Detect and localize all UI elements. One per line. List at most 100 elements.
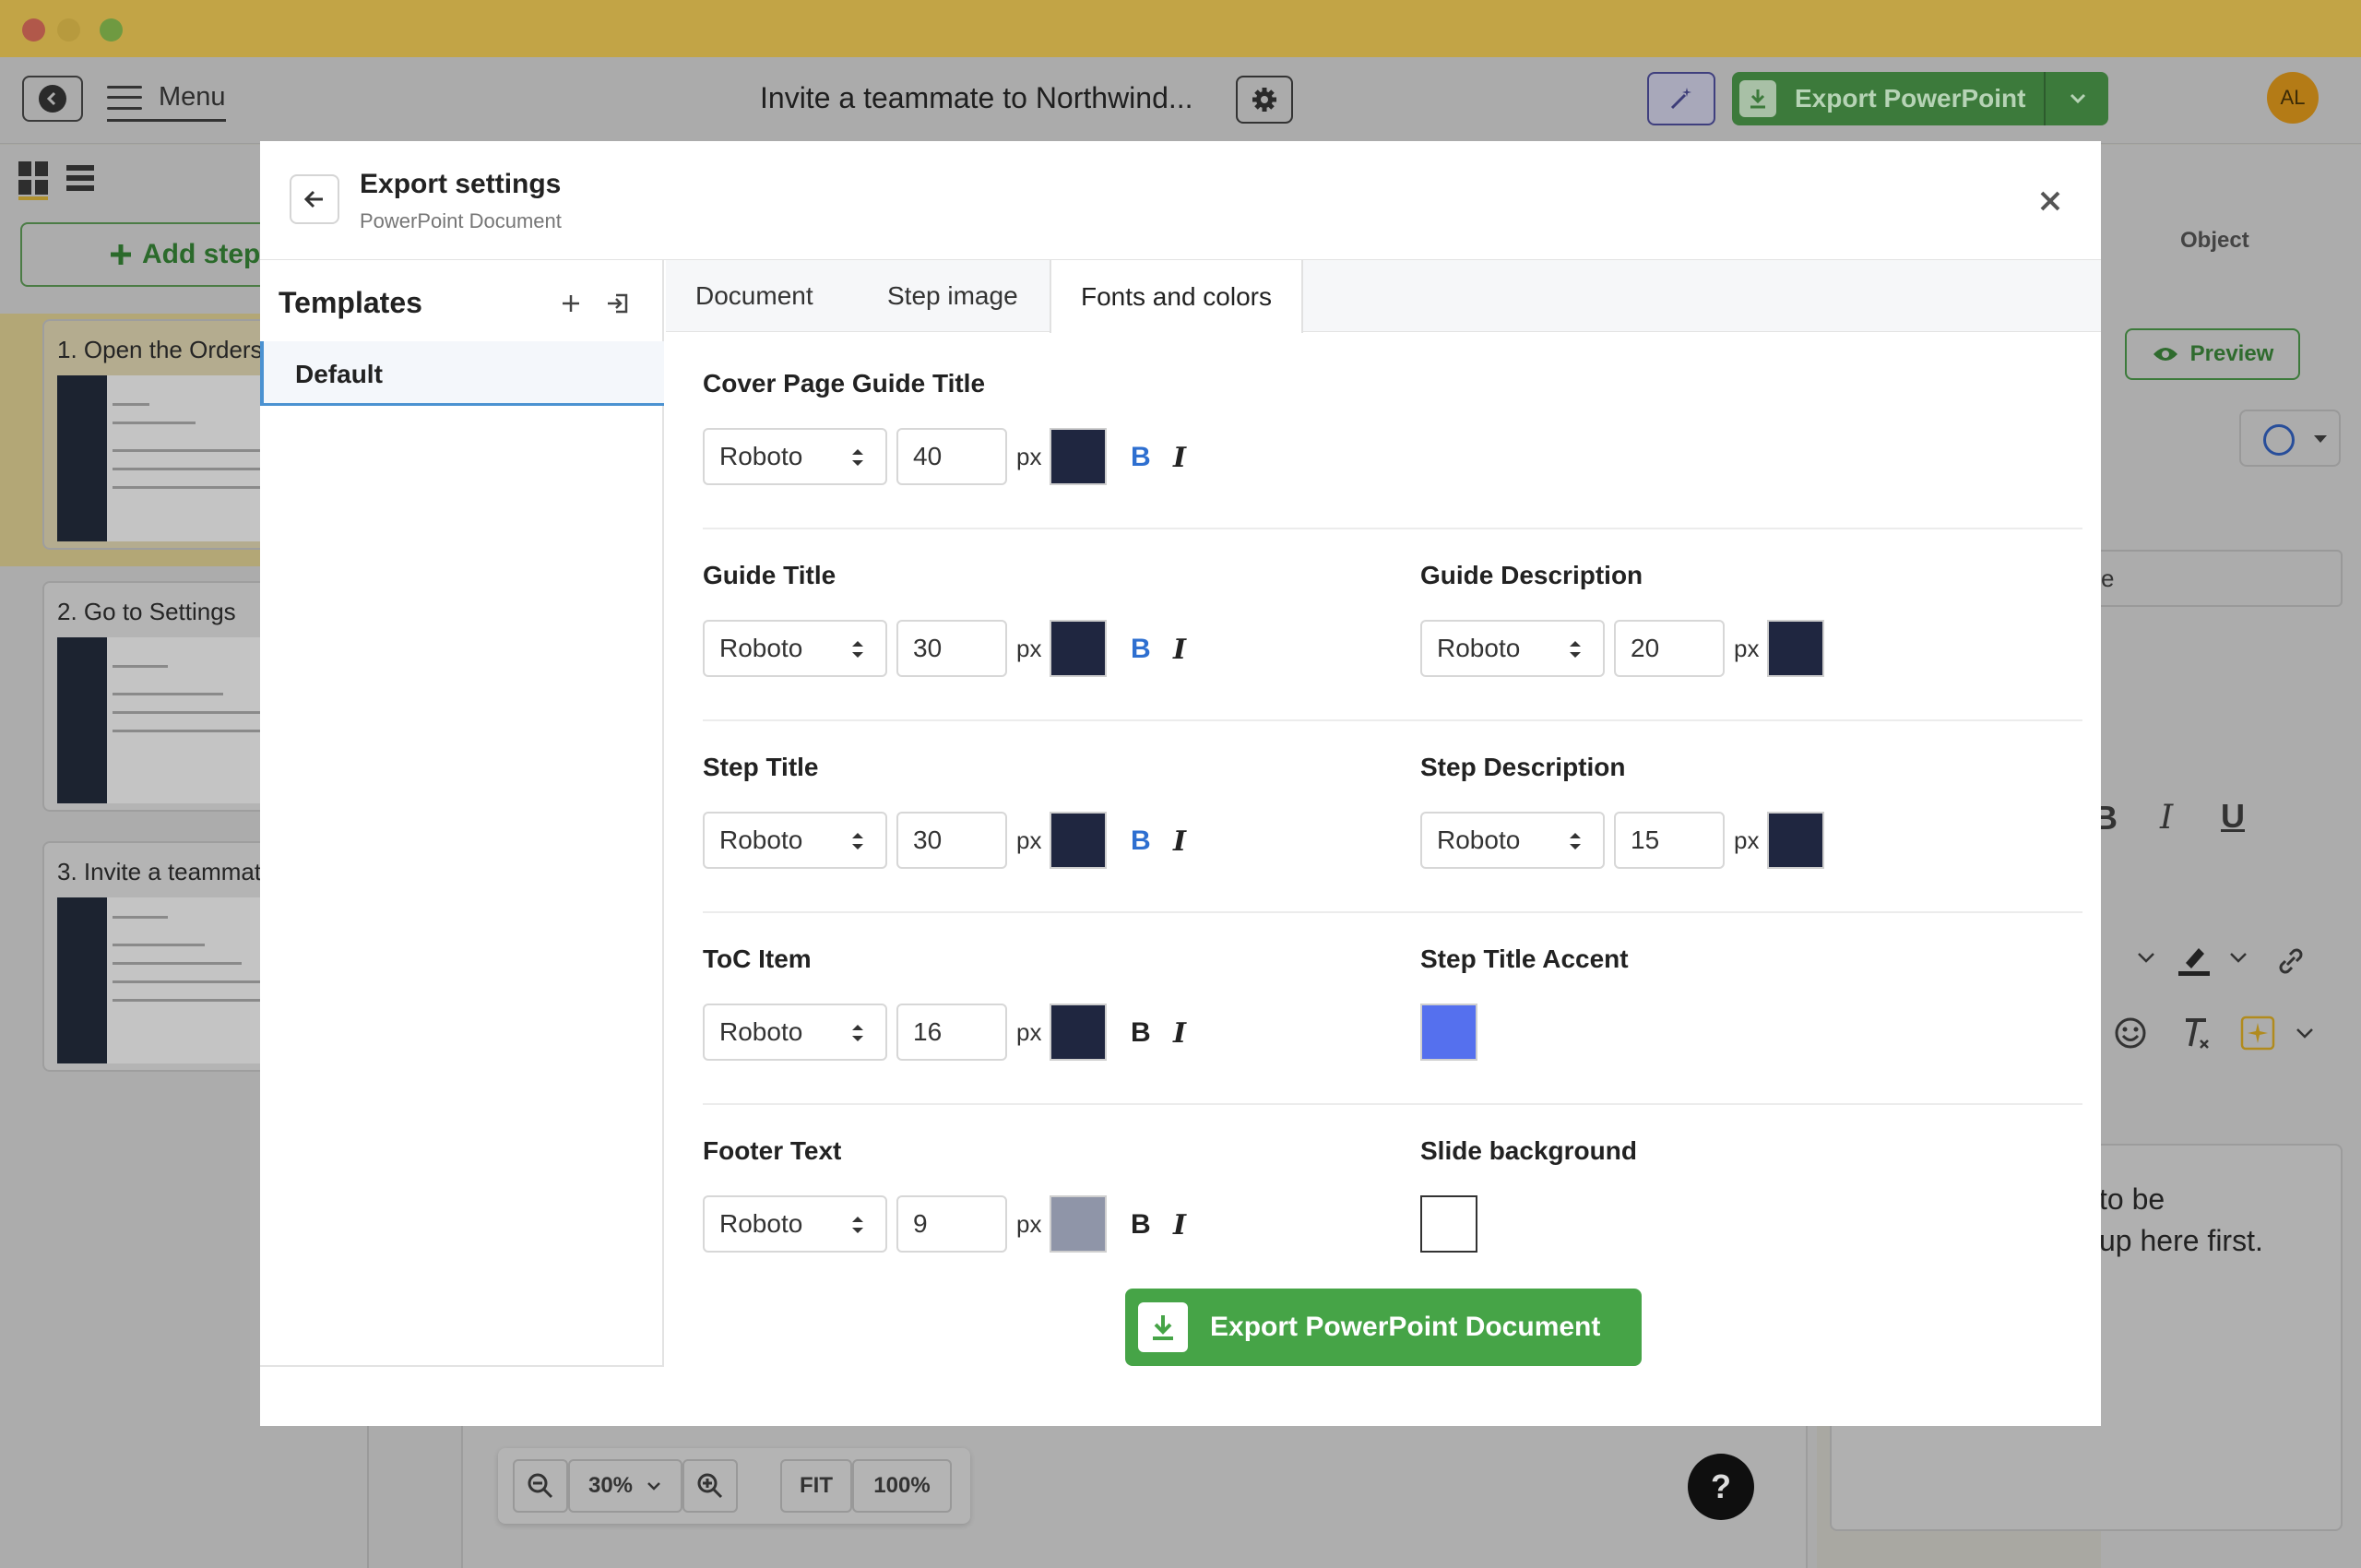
- zoom-window-button[interactable]: [100, 18, 123, 42]
- step-title-accent-color-swatch[interactable]: [1420, 1004, 1477, 1061]
- import-template-button[interactable]: [603, 288, 635, 319]
- chevron-down-icon: [2296, 1028, 2313, 1039]
- step-title-font-select[interactable]: Roboto: [703, 812, 887, 869]
- footer-text-bold-toggle[interactable]: B: [1131, 1209, 1151, 1241]
- help-button[interactable]: ?: [1688, 1454, 1754, 1520]
- hamburger-icon: [107, 85, 142, 110]
- link-icon: [2279, 948, 2303, 974]
- toc-item-color-swatch[interactable]: [1050, 1004, 1107, 1061]
- highlighter-icon: [2178, 948, 2210, 976]
- step-title-italic-toggle[interactable]: I: [1173, 826, 1186, 858]
- cover-title-font-value: Roboto: [719, 442, 803, 470]
- guide-description-color-swatch[interactable]: [1767, 620, 1824, 677]
- emoji-button[interactable]: [2114, 1016, 2147, 1054]
- zoom-out-button[interactable]: [513, 1459, 568, 1513]
- section-divider: [703, 1103, 2082, 1105]
- guide-description-size-input[interactable]: 20: [1614, 620, 1725, 677]
- object-tab[interactable]: Object: [2180, 228, 2249, 254]
- step-title-input[interactable]: e: [2094, 550, 2343, 607]
- guide-title-italic-toggle[interactable]: I: [1173, 634, 1186, 666]
- toc-item-bold-toggle[interactable]: B: [1131, 1017, 1151, 1049]
- guide-title-font-value: Roboto: [719, 634, 803, 662]
- cover-title-color-swatch[interactable]: [1050, 428, 1107, 485]
- sort-arrows-icon: [852, 1217, 863, 1233]
- back-arrow-icon: [39, 85, 66, 113]
- modal-back-button[interactable]: [290, 174, 339, 224]
- document-settings-button[interactable]: [1236, 76, 1293, 124]
- ai-assist-chevron[interactable]: [2295, 1026, 2315, 1045]
- menu-button[interactable]: Menu: [107, 77, 226, 122]
- cover-title-italic-toggle[interactable]: I: [1173, 442, 1186, 474]
- step-description-color-swatch[interactable]: [1767, 812, 1824, 869]
- grid-view-icon[interactable]: [18, 161, 48, 200]
- preview-button[interactable]: Preview: [2125, 328, 2300, 380]
- toc-item-size-input[interactable]: 16: [896, 1004, 1007, 1061]
- cover-title-font-select[interactable]: Roboto: [703, 428, 887, 485]
- footer-text-italic-toggle[interactable]: I: [1173, 1209, 1186, 1241]
- zoom-in-button[interactable]: [682, 1459, 738, 1513]
- close-button[interactable]: [2035, 185, 2066, 217]
- step-description-font-select[interactable]: Roboto: [1420, 812, 1605, 869]
- toc-item-font-select[interactable]: Roboto: [703, 1004, 887, 1061]
- minimize-window-button[interactable]: [57, 18, 80, 42]
- link-button[interactable]: [2274, 944, 2308, 982]
- highlight-chevron[interactable]: [2228, 950, 2248, 969]
- step-description-label: Step Description: [1420, 753, 1626, 781]
- slide-background-color-swatch[interactable]: [1420, 1195, 1477, 1253]
- caret-down-icon: [2314, 435, 2327, 443]
- footer-text-size-input[interactable]: 9: [896, 1195, 1007, 1253]
- tab-fonts-and-colors[interactable]: Fonts and colors: [1050, 260, 1303, 333]
- guide-description-font-value: Roboto: [1437, 634, 1521, 662]
- underline-button[interactable]: U: [2221, 797, 2245, 836]
- zoom-select[interactable]: 30%: [568, 1459, 682, 1513]
- toc-item-font-value: Roboto: [719, 1017, 803, 1046]
- guide-description-font-select[interactable]: Roboto: [1420, 620, 1605, 677]
- template-item-default[interactable]: Default: [260, 341, 664, 406]
- cover-title-bold-toggle[interactable]: B: [1131, 442, 1151, 473]
- back-button[interactable]: [22, 76, 83, 122]
- guide-title-bold-toggle[interactable]: B: [1131, 634, 1151, 665]
- export-powerpoint-button[interactable]: Export PowerPoint: [1732, 72, 2108, 125]
- description-line: to be: [2099, 1182, 2165, 1216]
- guide-title-size-input[interactable]: 30: [896, 620, 1007, 677]
- fit-button[interactable]: FIT: [780, 1459, 852, 1513]
- app-toolbar: Menu Invite a teammate to Northwind... E…: [0, 57, 2361, 144]
- step-title-size-input[interactable]: 30: [896, 812, 1007, 869]
- document-title[interactable]: Invite a teammate to Northwind...: [760, 81, 1193, 115]
- text-color-chevron[interactable]: [2136, 950, 2156, 969]
- footer-text-color-swatch[interactable]: [1050, 1195, 1107, 1253]
- export-powerpoint-document-button[interactable]: Export PowerPoint Document: [1125, 1289, 1642, 1366]
- step-title-accent-label: Step Title Accent: [1420, 944, 1629, 973]
- description-text: to be up here first.: [2099, 1179, 2263, 1262]
- magic-wand-button[interactable]: [1647, 72, 1715, 125]
- close-window-button[interactable]: [22, 18, 45, 42]
- unit-label: px: [1016, 635, 1042, 662]
- sparkle-icon: [2240, 1016, 2275, 1051]
- footer-text-font-select[interactable]: Roboto: [703, 1195, 887, 1253]
- step-thumbnail: [57, 897, 279, 1063]
- highlight-button[interactable]: [2175, 941, 2212, 982]
- clear-format-button[interactable]: [2178, 1015, 2212, 1056]
- zoom-100-button[interactable]: 100%: [852, 1459, 952, 1513]
- list-view-icon[interactable]: [66, 165, 94, 191]
- add-template-button[interactable]: [555, 288, 587, 319]
- step-title-color-swatch[interactable]: [1050, 812, 1107, 869]
- step-title-bold-toggle[interactable]: B: [1131, 826, 1151, 857]
- tab-step-image[interactable]: Step image: [858, 260, 1048, 332]
- zoom-out-icon: [528, 1473, 553, 1499]
- modal-title: Export settings: [360, 169, 562, 199]
- guide-title-color-swatch[interactable]: [1050, 620, 1107, 677]
- sort-arrows-icon: [852, 449, 863, 466]
- modal-subtitle: PowerPoint Document: [360, 209, 562, 232]
- chevron-down-icon[interactable]: [2068, 85, 2088, 113]
- toc-item-italic-toggle[interactable]: I: [1173, 1017, 1186, 1050]
- cover-title-size-input[interactable]: 40: [896, 428, 1007, 485]
- ai-assist-button[interactable]: [2239, 1015, 2276, 1056]
- shape-select[interactable]: [2239, 410, 2341, 467]
- tab-document[interactable]: Document: [666, 260, 843, 332]
- avatar[interactable]: AL: [2267, 72, 2319, 124]
- step-description-size-input[interactable]: 15: [1614, 812, 1725, 869]
- chevron-down-icon: [647, 1482, 660, 1491]
- italic-button[interactable]: I: [2160, 799, 2173, 837]
- guide-title-font-select[interactable]: Roboto: [703, 620, 887, 677]
